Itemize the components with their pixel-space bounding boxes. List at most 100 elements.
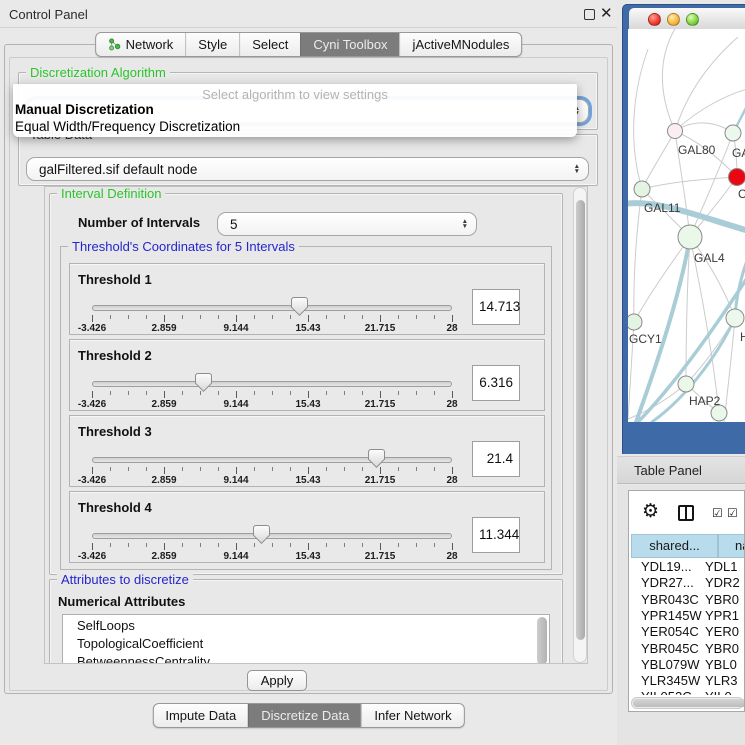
network-window-titlebar[interactable] [629,8,745,31]
table-header-row: shared...na [630,534,745,558]
attribute-item-selfloops[interactable]: SelfLoops [77,617,549,635]
tick-label: 9.144 [223,399,248,410]
slider-handle[interactable] [195,373,212,392]
number-of-intervals-combobox[interactable]: 5 ▲▼ [217,212,477,236]
tab-select[interactable]: Select [239,33,300,56]
panel-title: Control Panel [9,7,88,22]
slider-ticks [92,391,453,399]
slider-handle[interactable] [368,449,385,468]
tab-style[interactable]: Style [185,33,239,56]
scrollbar-thumb[interactable] [576,200,585,640]
cell-name: YLR3 [705,673,738,688]
table-row[interactable]: YBR043CYBR0 [630,592,745,608]
slider-tick-labels: -3.4262.8599.14415.4321.71528 [92,399,453,411]
network-node[interactable] [725,125,741,141]
table-data-group: Table Data galFiltered.sif default node … [18,134,598,186]
split-columns-icon[interactable] [678,505,694,521]
network-icon [108,38,121,51]
column-header-shared[interactable]: shared... [631,534,718,558]
table-row[interactable]: YIL052C YIL0 [630,689,745,695]
tab-cyni-toolbox[interactable]: Cyni Toolbox [300,33,399,56]
cell-shared-name: YIL052C [641,689,692,695]
node-label-c: C [738,187,745,201]
threshold-value-field[interactable]: 6.316 [472,365,520,401]
close-icon[interactable]: ✕ [600,4,613,22]
network-node-gal11[interactable] [634,181,650,197]
scrollbar-thumb[interactable] [633,699,745,707]
slider-track[interactable] [92,533,452,539]
node-label-h: H [740,330,745,344]
attribute-item-topologicalcoefficient[interactable]: TopologicalCoefficient [77,635,549,653]
cyni-bottom-tabs: Impute Data Discretize DataInfer Network [152,703,464,728]
threshold-panel-2: Threshold 2-3.4262.8599.14415.4321.71528… [69,339,545,411]
minimize-traffic-light[interactable] [667,13,680,26]
tick-label: 21.715 [365,323,396,334]
network-node-gcy1[interactable] [628,314,642,330]
tab-label: Impute Data [165,708,236,723]
slider-track[interactable] [92,381,452,387]
tick-label: -3.426 [78,399,106,410]
tab-network[interactable]: Network [96,33,186,56]
cell-name: YIL0 [705,689,732,695]
gear-icon[interactable]: ⚙ [642,502,659,521]
bottom-tab-discretize-data[interactable]: Discretize Data [248,704,361,727]
table-row[interactable]: YBR045CYBR0 [630,641,745,657]
network-canvas[interactable]: GAL80GACGAL11GAL4HGCY1HAP2 [628,29,745,422]
list-scrollbar[interactable] [537,617,547,664]
slider-handle[interactable] [253,525,270,544]
numerical-attributes-list[interactable]: SelfLoopsTopologicalCoefficientBetweenne… [62,614,550,664]
threshold-value-field[interactable]: 11.344 [472,517,520,553]
slider-track[interactable] [92,305,452,311]
close-traffic-light[interactable] [648,13,661,26]
threshold-panels: Threshold 1-3.4262.8599.14415.4321.71528… [61,247,551,569]
table-row[interactable]: YDR27...YDR2 [630,575,745,591]
table-data-combobox[interactable]: galFiltered.sif default node ▲▼ [26,157,589,181]
float-window-icon[interactable] [584,9,595,20]
screenshot-root: Control Panel ✕ Network Style Select Cyni T… [0,0,745,745]
table-horizontal-scrollbar[interactable] [631,697,744,709]
table-row[interactable]: YDL19...YDL1 [630,559,745,575]
popup-option-equal-width-frequency[interactable]: Equal Width/Frequency Discretization [15,119,240,134]
cell-name: YBR0 [705,592,739,607]
network-node-gal4[interactable] [678,225,702,249]
table-row[interactable]: YLR345WYLR3 [630,673,745,689]
network-edge [634,189,642,322]
cell-name: YPR1 [705,608,739,623]
network-node[interactable] [729,169,745,186]
table-row[interactable]: YPR145WYPR1 [630,608,745,624]
column-header-na[interactable]: na [718,534,745,558]
popup-option-manual-discretization[interactable]: Manual Discretization [15,102,154,117]
network-node-gal80[interactable] [668,124,683,139]
apply-button[interactable]: Apply [247,670,307,691]
checkbox-icon[interactable]: ☑ [712,506,723,520]
tab-jactivemnodules[interactable]: jActiveMNodules [400,33,522,56]
tab-label: Style [198,37,227,52]
threshold-panel-1: Threshold 1-3.4262.8599.14415.4321.71528… [69,263,545,335]
slider-tick-labels: -3.4262.8599.14415.4321.71528 [92,323,453,335]
cell-name: YBR0 [705,641,739,656]
threshold-value-field[interactable]: 21.4 [472,441,520,477]
checkbox-icon[interactable]: ☑ [727,506,738,520]
tick-label: 2.859 [151,323,176,334]
threshold-value-field[interactable]: 14.713 [472,289,520,325]
tab-label: Select [252,37,288,52]
tick-label: 15.43 [295,399,320,410]
tab-label: jActiveMNodules [413,37,510,52]
slider-ticks [92,315,453,323]
slider-tick-labels: -3.4262.8599.14415.4321.71528 [92,475,453,487]
table-row[interactable]: YBL079WYBL0 [630,657,745,673]
settings-vertical-scrollbar[interactable] [573,187,587,663]
zoom-traffic-light[interactable] [686,13,699,26]
network-graph[interactable]: GAL80GACGAL11GAL4HGCY1HAP2 [628,29,745,422]
settings-scrollpane: Interval Definition Number of Intervals … [44,186,588,664]
slider-track[interactable] [92,457,452,463]
bottom-tab-impute-data[interactable]: Impute Data [153,704,248,727]
network-node-hap2[interactable] [678,376,694,392]
bottom-tab-infer-network[interactable]: Infer Network [361,704,463,727]
table-row[interactable]: YER054CYER0 [630,624,745,640]
tick-label: 21.715 [365,551,396,562]
attribute-item-betweennesscentrality[interactable]: BetweennessCentrality [77,653,549,664]
slider-handle[interactable] [291,297,308,316]
tick-label: 9.144 [223,323,248,334]
network-node[interactable] [726,309,744,327]
